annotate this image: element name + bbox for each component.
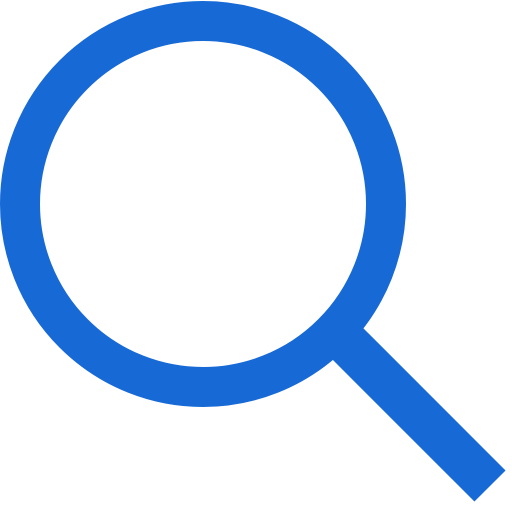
- search-icon[interactable]: [0, 0, 512, 512]
- search-icon-lens: [0, 1, 406, 407]
- search-icon-handle: [329, 325, 506, 502]
- search-icon-canvas: [0, 0, 512, 512]
